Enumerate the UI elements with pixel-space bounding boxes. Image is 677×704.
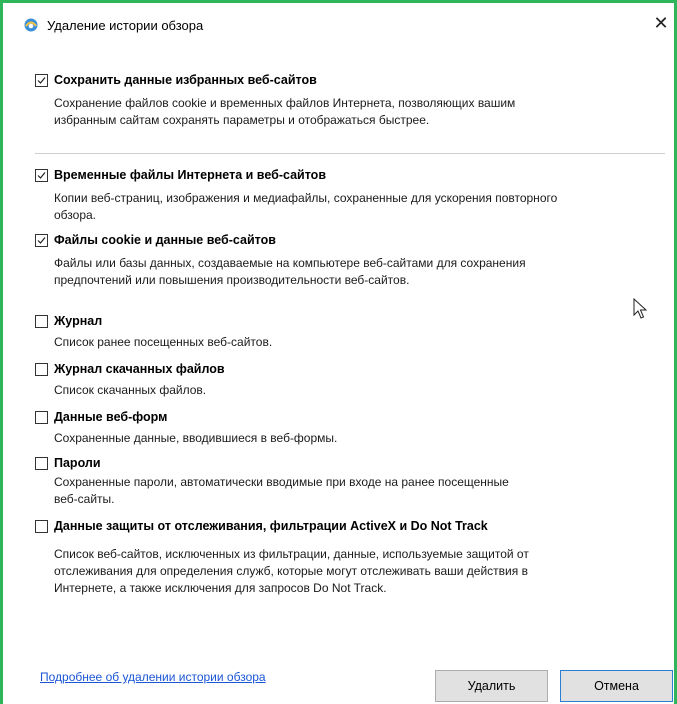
window-title: Удаление истории обзора [47, 18, 204, 33]
checkbox-history[interactable] [35, 315, 48, 328]
description-line: Копии веб-страниц, изображения и медиафа… [54, 191, 558, 205]
separator [35, 153, 665, 154]
checkbox-download-history[interactable] [35, 363, 48, 376]
option-description: Список ранее посещенных веб-сайтов. [54, 334, 674, 351]
checkbox-form-data[interactable] [35, 411, 48, 424]
description-line: обзора. [54, 208, 97, 222]
description-line: Список ранее посещенных веб-сайтов. [54, 335, 273, 349]
option-title: Файлы cookie и данные веб-сайтов [54, 233, 276, 247]
delete-history-dialog: Удаление истории обзора ✕ Сохранить данн… [0, 0, 677, 704]
option-title: Временные файлы Интернета и веб-сайтов [54, 168, 327, 182]
option-description: Копии веб-страниц, изображения и медиафа… [54, 190, 674, 224]
option-description: Сохраненные данные, вводившиеся в веб-фо… [54, 430, 674, 447]
checkbox-preserve-favorites[interactable] [35, 74, 48, 87]
description-line: предпочтений или повышения производитель… [54, 273, 410, 287]
checkbox-cookies[interactable] [35, 234, 48, 247]
internet-explorer-icon [23, 17, 39, 33]
description-line: отслеживания для определения служб, кото… [54, 564, 528, 578]
description-line: Список веб-сайтов, исключенных из фильтр… [54, 547, 529, 561]
option-title: Данные веб-форм [54, 410, 168, 424]
checkbox-passwords[interactable] [35, 457, 48, 470]
checkbox-tracking-protection[interactable] [35, 520, 48, 533]
checkbox-temp-files[interactable] [35, 169, 48, 182]
option-title: Журнал [54, 314, 103, 328]
option-description: Список скачанных файлов. [54, 382, 674, 399]
option-title: Пароли [54, 456, 101, 470]
description-line: Сохранение файлов cookie и временных фай… [54, 96, 516, 110]
description-line: Список скачанных файлов. [54, 383, 207, 397]
option-description: Список веб-сайтов, исключенных из фильтр… [54, 546, 674, 597]
description-line: Файлы или базы данных, создаваемые на ко… [54, 256, 526, 270]
description-line: избранным сайтам сохранять параметры и о… [54, 113, 430, 127]
title-bar: Удаление истории обзора ✕ [3, 3, 674, 37]
option-description: Файлы или базы данных, создаваемые на ко… [54, 255, 674, 289]
option-description: Сохраненные пароли, автоматически вводим… [54, 474, 674, 508]
description-line: Сохраненные данные, вводившиеся в веб-фо… [54, 431, 338, 445]
learn-more-link[interactable]: Подробнее об удалении истории обзора [40, 670, 266, 684]
option-title: Журнал скачанных файлов [54, 362, 225, 376]
delete-button[interactable]: Удалить [435, 670, 548, 702]
option-title: Данные защиты от отслеживания, фильтраци… [54, 519, 488, 533]
mouse-pointer-icon [633, 297, 649, 325]
option-title: Сохранить данные избранных веб-сайтов [54, 73, 317, 87]
description-line: Интернете, а также исключения для запрос… [54, 581, 387, 595]
cancel-button[interactable]: Отмена [560, 670, 673, 702]
description-line: Сохраненные пароли, автоматически вводим… [54, 475, 509, 489]
option-description: Сохранение файлов cookie и временных фай… [54, 95, 674, 129]
close-icon[interactable]: ✕ [648, 11, 674, 35]
description-line: веб-сайты. [54, 492, 115, 506]
